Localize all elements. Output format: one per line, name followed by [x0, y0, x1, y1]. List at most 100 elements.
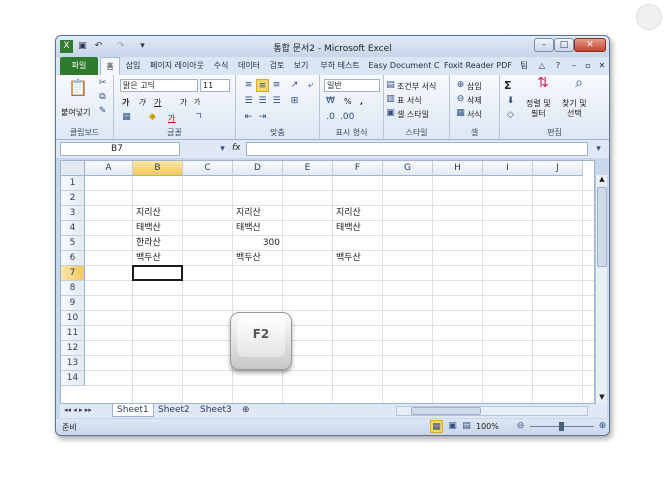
tab-insert[interactable]: 삽입: [122, 57, 144, 75]
sort-filter-icon[interactable]: ⇅: [534, 76, 552, 95]
cell-f6[interactable]: 백두산: [333, 251, 383, 266]
decrease-decimal-icon[interactable]: .00: [340, 111, 354, 124]
copy-icon[interactable]: ⧉: [96, 91, 109, 104]
scroll-up-icon[interactable]: ▲: [597, 175, 607, 185]
sheet-tab-2[interactable]: Sheet2: [154, 404, 194, 417]
increase-decimal-icon[interactable]: .0: [324, 111, 337, 124]
merge-center-icon[interactable]: ⊞: [288, 95, 301, 108]
cell-styles-button[interactable]: 셀 스타일: [397, 109, 429, 120]
help-icon[interactable]: ?: [552, 57, 564, 75]
decrease-indent-icon[interactable]: ⇤: [242, 111, 255, 124]
tab-team[interactable]: 팀: [516, 57, 532, 75]
tab-foxit-reader[interactable]: Foxit Reader PDF: [442, 57, 514, 75]
orientation-icon[interactable]: ↗: [288, 79, 301, 92]
row-header-7[interactable]: 7: [61, 266, 85, 281]
format-table-icon[interactable]: ▥: [384, 93, 397, 106]
fill-color-icon[interactable]: ◆: [146, 111, 159, 124]
phonetic-icon[interactable]: ㄱ: [192, 111, 205, 124]
vertical-scroll-thumb[interactable]: [597, 187, 607, 267]
conditional-format-button[interactable]: 조건부 서식: [397, 81, 436, 92]
active-cell-cursor[interactable]: [132, 265, 183, 281]
row-header-9[interactable]: 9: [61, 296, 85, 311]
tab-view[interactable]: 보기: [290, 57, 312, 75]
column-header-b[interactable]: B: [133, 161, 183, 176]
align-center-icon[interactable]: ☰: [256, 95, 269, 108]
horizontal-scroll-thumb[interactable]: [411, 407, 481, 415]
cell-f3[interactable]: 지리산: [333, 206, 383, 221]
row-header-6[interactable]: 6: [61, 251, 85, 266]
wrap-text-icon[interactable]: ⤶: [304, 79, 317, 92]
cell-b4[interactable]: 태백산: [133, 221, 183, 236]
align-middle-icon[interactable]: ≡: [256, 79, 269, 92]
column-header-f[interactable]: F: [333, 161, 383, 176]
insert-function-button[interactable]: fx: [232, 143, 241, 153]
cell-b3[interactable]: 지리산: [133, 206, 183, 221]
row-header-1[interactable]: 1: [61, 176, 85, 191]
close-button[interactable]: ✕: [574, 38, 606, 52]
grow-font-button[interactable]: 가: [180, 97, 187, 108]
worksheet-grid[interactable]: ABCDEFGHIJ 1 2 3 4 5 6 7 8 9 10 11 12 13 14 지리산 태백산 한라산…: [60, 160, 595, 404]
cell-b5[interactable]: 한라산: [133, 236, 183, 251]
underline-button[interactable]: 가: [154, 97, 161, 108]
sort-filter-button[interactable]: 정렬 및 필터: [526, 99, 551, 119]
column-header-e[interactable]: E: [283, 161, 333, 176]
column-header-d[interactable]: D: [233, 161, 283, 176]
workbook-minimize-icon[interactable]: –: [568, 57, 580, 75]
bold-button[interactable]: 가: [122, 97, 129, 108]
delete-cells-icon[interactable]: ⊖: [454, 93, 467, 106]
sheet-tab-3[interactable]: Sheet3: [196, 404, 236, 417]
maximize-button[interactable]: □: [554, 38, 574, 52]
align-left-icon[interactable]: ☰: [242, 95, 255, 108]
borders-icon[interactable]: ▦: [120, 111, 133, 124]
autosum-button[interactable]: Σ: [504, 79, 512, 92]
italic-button[interactable]: 가: [138, 97, 145, 108]
number-format-select[interactable]: 일반: [324, 79, 380, 92]
insert-sheet-icon[interactable]: ⊕: [238, 404, 254, 417]
page-layout-view-icon[interactable]: ▣: [446, 420, 459, 433]
font-name-select[interactable]: 맑은 고딕: [120, 79, 198, 92]
column-header-g[interactable]: G: [383, 161, 433, 176]
cell-d4[interactable]: 태백산: [233, 221, 283, 236]
workbook-restore-icon[interactable]: ▫: [582, 57, 594, 75]
row-header-12[interactable]: 12: [61, 341, 85, 356]
ribbon-minimize-icon[interactable]: △: [536, 57, 548, 75]
insert-cells-icon[interactable]: ⊕: [454, 79, 467, 92]
zoom-in-icon[interactable]: ⊕: [596, 420, 609, 433]
paste-icon[interactable]: 📋: [68, 80, 88, 103]
zoom-out-icon[interactable]: ⊖: [514, 420, 527, 433]
align-bottom-icon[interactable]: ≡: [270, 79, 283, 92]
cell-styles-icon[interactable]: ▣: [384, 107, 397, 120]
tab-easy-document[interactable]: Easy Document C: [368, 57, 440, 75]
currency-icon[interactable]: ₩: [324, 95, 337, 108]
column-header-a[interactable]: A: [85, 161, 133, 176]
workbook-close-icon[interactable]: ✕: [596, 57, 608, 75]
conditional-format-icon[interactable]: ▤: [384, 79, 397, 92]
tab-review[interactable]: 검토: [266, 57, 288, 75]
select-all-corner[interactable]: [61, 161, 85, 176]
horizontal-scrollbar[interactable]: [396, 406, 588, 416]
shrink-font-button[interactable]: 가: [194, 97, 200, 107]
page-break-view-icon[interactable]: ▤: [460, 420, 473, 433]
sheet-nav-arrows-icon[interactable]: ◂◂ ◂ ▸ ▸▸: [64, 406, 92, 414]
tab-data[interactable]: 데이터: [234, 57, 264, 75]
cell-d6[interactable]: 백두산: [233, 251, 283, 266]
insert-cells-button[interactable]: 삽입: [467, 81, 482, 92]
row-header-8[interactable]: 8: [61, 281, 85, 296]
tab-home[interactable]: 홈: [100, 57, 120, 75]
percent-button[interactable]: %: [344, 97, 352, 106]
font-color-button[interactable]: 가: [168, 113, 175, 124]
cell-d5[interactable]: 300: [233, 236, 283, 251]
cell-f4[interactable]: 태백산: [333, 221, 383, 236]
fill-icon[interactable]: ⬇: [504, 95, 517, 108]
align-top-icon[interactable]: ≡: [242, 79, 255, 92]
formula-input[interactable]: [246, 142, 588, 156]
zoom-level[interactable]: 100%: [476, 422, 499, 431]
delete-cells-button[interactable]: 삭제: [467, 95, 482, 106]
increase-indent-icon[interactable]: ⇥: [256, 111, 269, 124]
cut-icon[interactable]: ✂: [96, 77, 109, 90]
cell-d3[interactable]: 지리산: [233, 206, 283, 221]
sheet-tab-1[interactable]: Sheet1: [112, 404, 154, 417]
tab-file[interactable]: 파일: [60, 57, 98, 75]
vertical-scrollbar[interactable]: ▲ ▼: [595, 175, 607, 404]
format-painter-icon[interactable]: ✎: [96, 105, 109, 118]
